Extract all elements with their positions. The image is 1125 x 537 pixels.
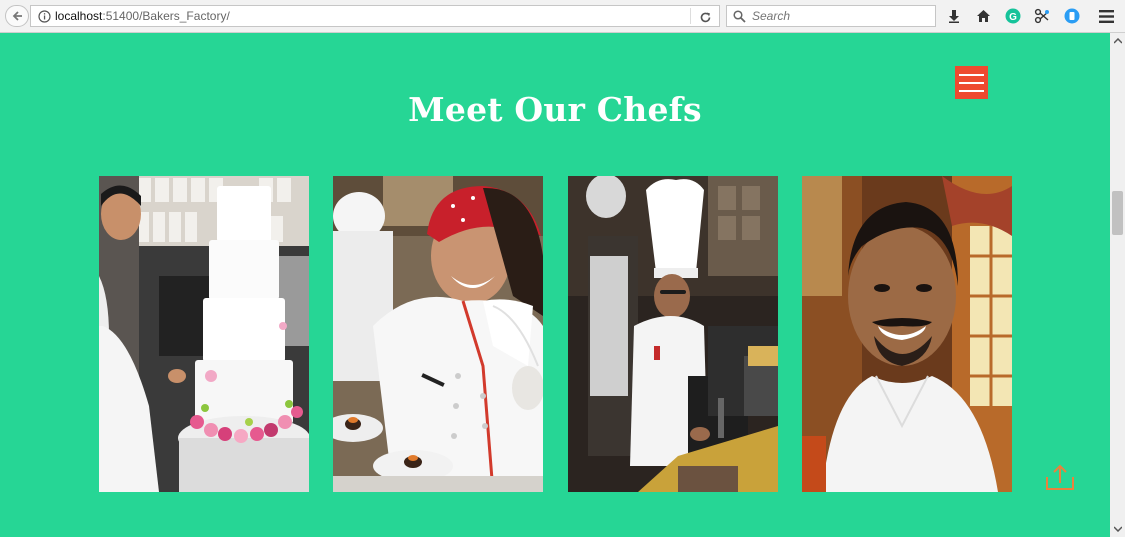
vertical-scrollbar[interactable]: [1110, 33, 1125, 537]
page-viewport: Meet Our Chefs: [0, 33, 1110, 537]
url-host: localhost: [55, 9, 103, 23]
address-bar[interactable]: localhost:51400/Bakers_Factory/: [30, 5, 720, 27]
menu-bar-icon: [959, 73, 984, 76]
chef-card-1[interactable]: [99, 176, 309, 492]
grammarly-icon[interactable]: G: [1004, 7, 1022, 25]
section-title: Meet Our Chefs: [408, 90, 702, 129]
info-icon[interactable]: [35, 9, 53, 23]
download-icon[interactable]: [945, 7, 963, 25]
scroll-thumb[interactable]: [1112, 191, 1123, 235]
cake-decorator-photo: [99, 176, 309, 492]
share-icon[interactable]: [1045, 463, 1075, 496]
hamburger-menu-icon[interactable]: [1097, 7, 1115, 25]
search-icon: [733, 9, 746, 23]
female-chef-red-bandana-photo: [333, 176, 543, 492]
chef-toque-kitchen-photo: [568, 176, 778, 492]
url-separator: [690, 8, 691, 24]
chef-card-4[interactable]: [802, 176, 1012, 492]
search-input[interactable]: [750, 8, 924, 24]
back-button[interactable]: [5, 5, 29, 27]
scroll-up-icon[interactable]: [1110, 34, 1125, 48]
back-arrow-icon: [12, 11, 22, 21]
browser-toolbar: localhost:51400/Bakers_Factory/ G: [0, 0, 1125, 33]
chef-card-3[interactable]: [568, 176, 778, 492]
svg-text:G: G: [1009, 12, 1017, 23]
home-icon[interactable]: [974, 7, 992, 25]
extension-scissors-icon[interactable]: [1033, 7, 1051, 25]
search-bar[interactable]: [726, 5, 936, 27]
url-path: :51400/Bakers_Factory/: [102, 9, 230, 23]
menu-bar-icon: [959, 81, 984, 84]
reload-icon[interactable]: [697, 9, 713, 25]
url-text[interactable]: localhost:51400/Bakers_Factory/: [55, 9, 230, 23]
chef-card-2[interactable]: [333, 176, 543, 492]
extension-shield-icon[interactable]: [1063, 7, 1081, 25]
smiling-chef-portrait-photo: [802, 176, 1012, 492]
scroll-down-icon[interactable]: [1110, 522, 1125, 536]
